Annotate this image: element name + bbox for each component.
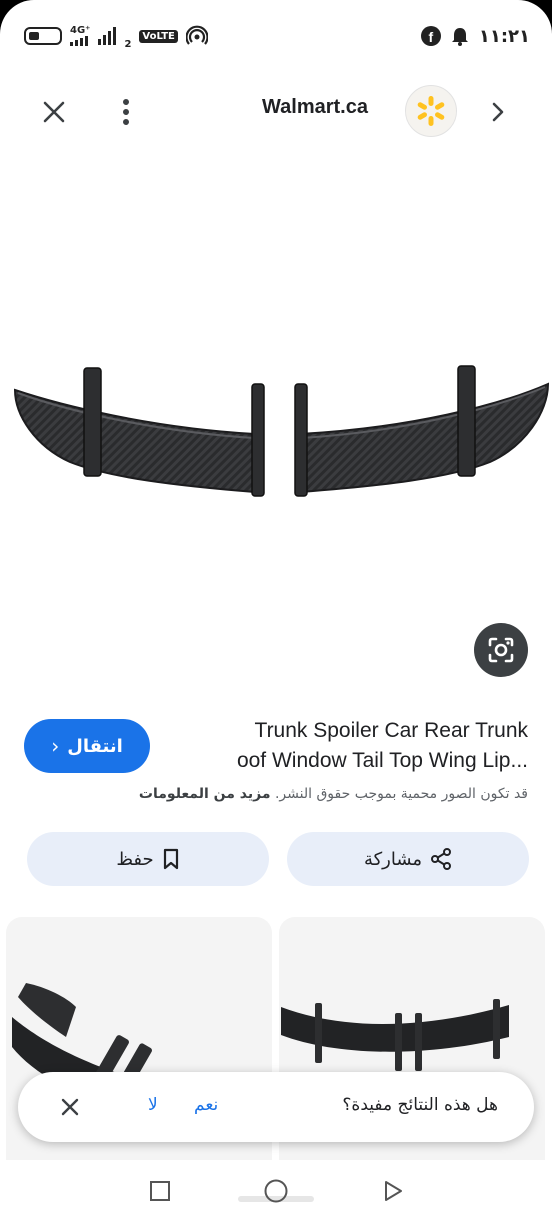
- circle-icon: [264, 1179, 288, 1203]
- site-name[interactable]: Walmart.ca: [262, 96, 368, 119]
- bell-icon: [451, 28, 468, 46]
- copyright-text: قد تكون الصور محمية بموجب حقوق النشر.: [274, 786, 528, 802]
- close-icon: [43, 101, 65, 123]
- next-result-button[interactable]: [480, 92, 516, 132]
- square-icon: [150, 1181, 170, 1201]
- lens-search-button[interactable]: [474, 623, 528, 677]
- sim-slot: 2: [124, 39, 132, 50]
- save-label: حفظ: [116, 848, 154, 870]
- chevron-right-icon: [492, 102, 504, 122]
- lens-icon: [488, 637, 514, 663]
- more-options-button[interactable]: [106, 92, 146, 132]
- recents-button[interactable]: [147, 1178, 173, 1204]
- chevron-left-icon: ‹: [51, 734, 60, 758]
- feedback-prompt: هل هذه النتائج مفيدة؟ نعم لا: [18, 1072, 534, 1142]
- product-image[interactable]: [0, 150, 552, 690]
- network-indicator: 4G⁺: [70, 26, 90, 46]
- signal-icon: [70, 36, 88, 46]
- copyright-notice: قد تكون الصور محمية بموجب حقوق النشر. مز…: [18, 786, 528, 802]
- close-icon: [61, 1098, 79, 1116]
- more-info-link[interactable]: مزيد من المعلومات: [139, 786, 271, 802]
- bookmark-icon: [163, 848, 178, 870]
- feedback-dismiss-button[interactable]: [56, 1093, 84, 1121]
- network-type: 4G⁺: [70, 25, 91, 36]
- status-right: f ١١:٢١: [420, 22, 530, 50]
- hotspot-icon: [185, 25, 208, 45]
- signal-icon-sim2: [98, 27, 117, 45]
- volte-badge: VoLTE: [139, 29, 178, 43]
- system-nav-bar: [0, 1160, 552, 1220]
- clock: ١١:٢١: [478, 25, 530, 47]
- visit-label: انتقال: [67, 735, 123, 757]
- back-button[interactable]: [380, 1178, 406, 1204]
- save-button[interactable]: حفظ: [27, 832, 269, 886]
- share-button[interactable]: مشاركة: [287, 832, 529, 886]
- more-vert-icon: [123, 99, 129, 125]
- site-logo[interactable]: [405, 85, 457, 137]
- status-bar: 4G⁺ 2 VoLTE f ١١:٢١: [0, 0, 552, 72]
- status-left: 4G⁺ 2 VoLTE: [24, 22, 208, 50]
- visit-site-button[interactable]: انتقال ‹: [24, 719, 150, 773]
- viewer-top-bar: Walmart.ca: [0, 80, 552, 142]
- home-button[interactable]: [263, 1178, 289, 1204]
- walmart-spark-logo: [417, 96, 445, 126]
- feedback-yes-button[interactable]: نعم: [194, 1095, 218, 1115]
- share-label: مشاركة: [363, 848, 423, 870]
- triangle-back-icon: [385, 1181, 402, 1201]
- facebook-icon: f: [420, 26, 441, 46]
- feedback-question: هل هذه النتائج مفيدة؟: [342, 1095, 498, 1115]
- product-title[interactable]: Trunk Spoiler Car Rear Trunk oof Window …: [170, 716, 528, 776]
- battery-icon: [24, 27, 62, 45]
- share-icon: [431, 848, 452, 870]
- close-button[interactable]: [34, 92, 74, 132]
- title-line-2: oof Window Tail Top Wing Lip...: [236, 749, 528, 772]
- feedback-no-button[interactable]: لا: [148, 1095, 158, 1115]
- spoiler-image: [13, 365, 550, 497]
- title-line-1: Trunk Spoiler Car Rear Trunk: [254, 719, 528, 742]
